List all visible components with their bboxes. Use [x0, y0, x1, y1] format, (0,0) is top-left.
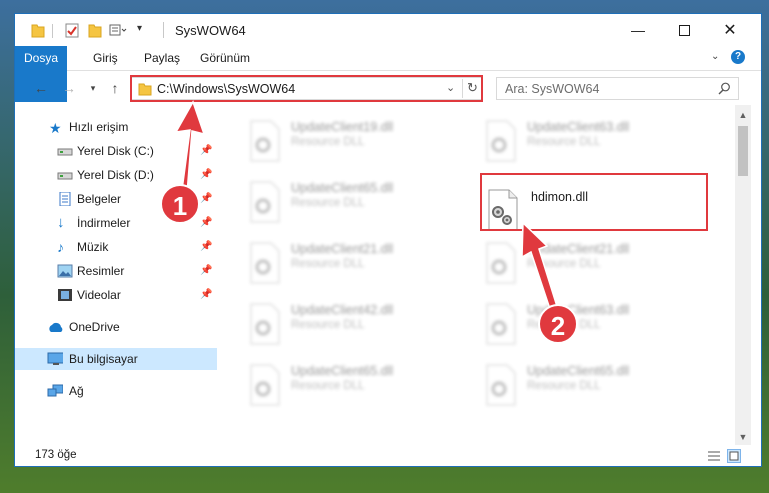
- annotation-arrows: [174, 100, 561, 319]
- callout-2: 2: [538, 304, 578, 344]
- callout-1: 1: [160, 184, 200, 224]
